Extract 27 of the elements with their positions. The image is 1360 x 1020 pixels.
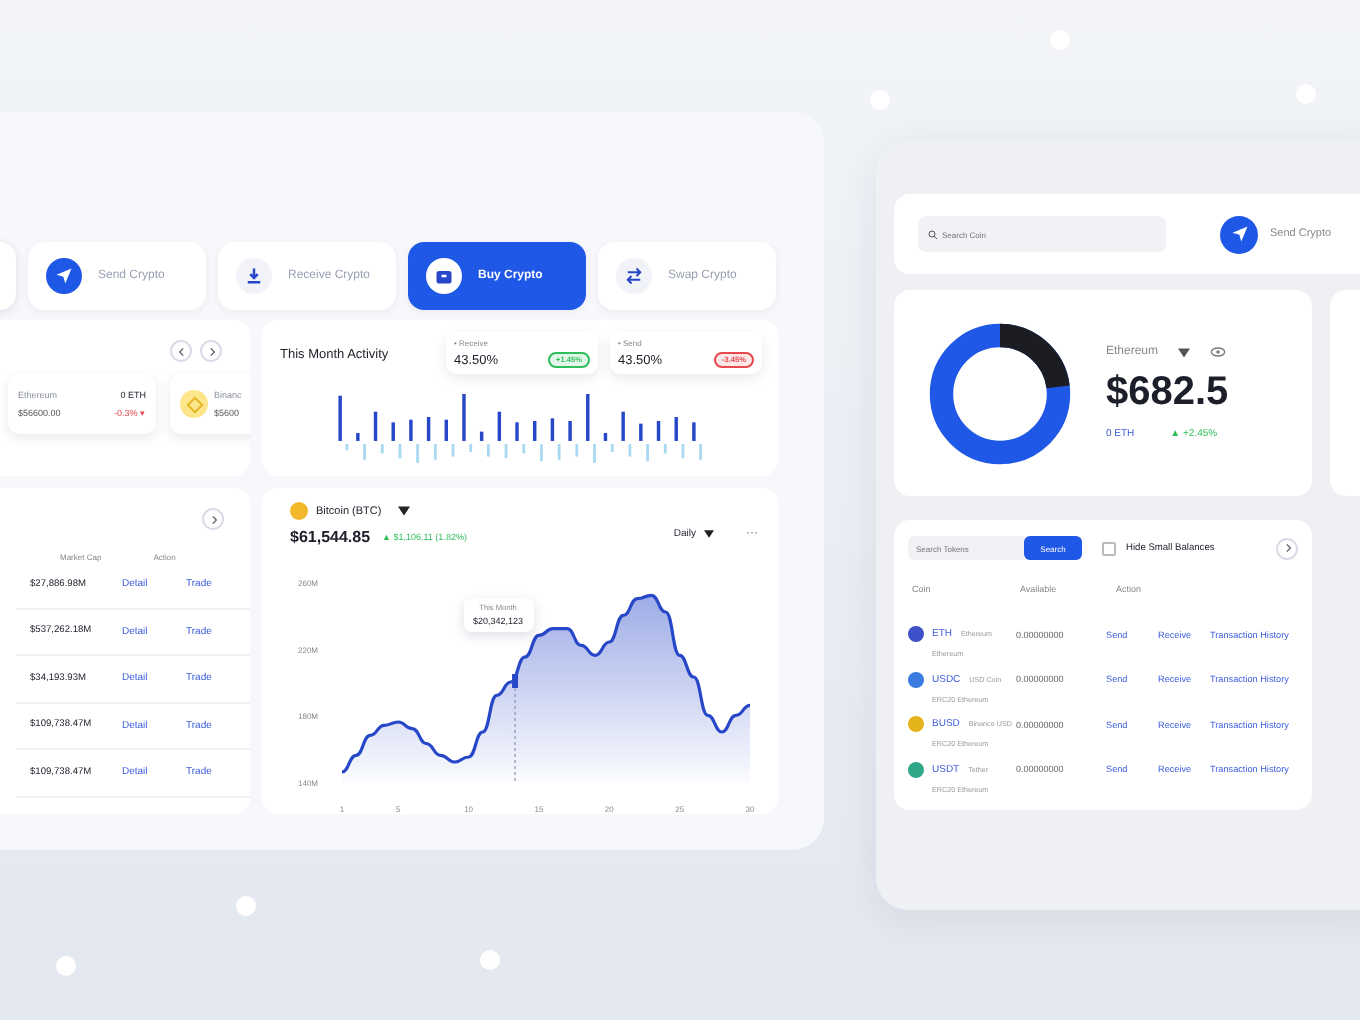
send-icon [46, 258, 82, 294]
chevron-right-icon [207, 513, 219, 525]
caret-icon [704, 530, 714, 538]
caret-icon [397, 506, 410, 516]
previous-button[interactable] [170, 340, 192, 362]
next-button[interactable] [1276, 537, 1298, 559]
background-bubble [236, 896, 256, 916]
balance-value: $682.5 [1106, 370, 1229, 416]
next-button[interactable] [200, 340, 222, 362]
price-value: $61,544.85 [290, 528, 371, 546]
chevron-left-icon [175, 345, 187, 357]
background-bubble [56, 956, 76, 976]
search-icon [928, 229, 938, 239]
chevron-right-icon [205, 345, 217, 357]
wallet-icon [426, 258, 462, 294]
next-button[interactable] [202, 508, 224, 530]
swap-icon [616, 258, 652, 294]
caret-icon [1178, 347, 1191, 357]
download-icon [236, 258, 272, 294]
checkbox[interactable] [1102, 541, 1116, 555]
eye-icon[interactable] [1210, 346, 1227, 358]
coin-icon [180, 390, 208, 418]
coin-icon [290, 502, 308, 520]
chevron-right-icon [1281, 542, 1293, 554]
send-icon[interactable] [1220, 215, 1258, 253]
background-bubble [480, 950, 500, 970]
hover-marker [512, 674, 519, 783]
